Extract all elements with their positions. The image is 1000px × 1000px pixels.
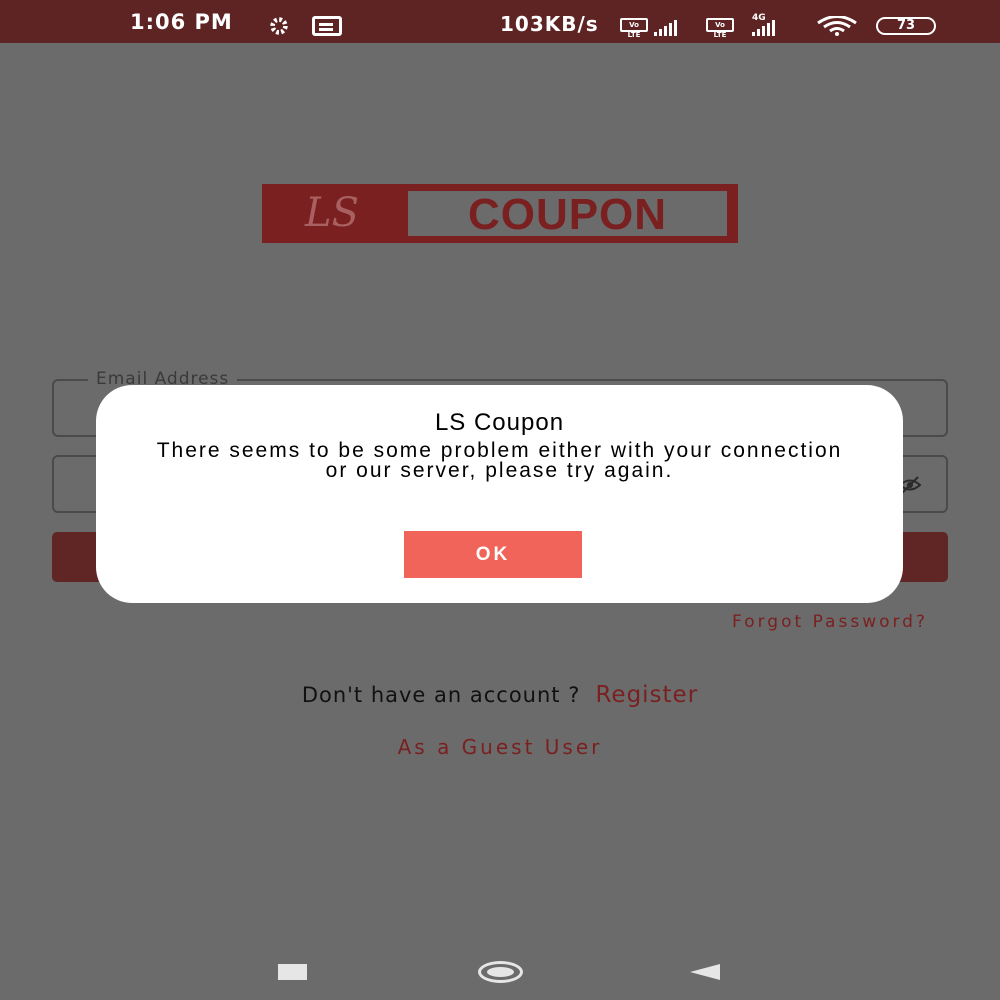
volte-icon: Vo LTE [620, 18, 648, 39]
dialog-message: There seems to be some problem either wi… [156, 439, 843, 482]
app-logo: LS COUPON [262, 184, 738, 243]
register-link[interactable]: Register [595, 682, 698, 708]
back-icon[interactable] [690, 964, 720, 980]
battery-icon: 73 [876, 17, 936, 35]
signal-icon [752, 17, 777, 36]
gear-icon [270, 17, 288, 35]
notification-icon [312, 16, 342, 36]
forgot-password-link[interactable]: Forgot Password? [732, 612, 928, 632]
no-account-text: Don't have an account ? [301, 683, 581, 707]
ok-button[interactable]: OK [404, 531, 582, 578]
guest-user-link[interactable]: As a Guest User [0, 735, 1000, 759]
status-bar: 1:06 PM 103KB/s Vo LTE Vo LTE 4G 73 [0, 0, 1000, 43]
network-speed: 103KB/s [500, 12, 599, 36]
logo-coupon-text: COUPON [467, 190, 668, 239]
recents-icon[interactable] [278, 964, 307, 980]
signal-icon [654, 17, 679, 36]
logo-ls-text: LS [305, 190, 359, 236]
home-icon[interactable] [478, 961, 523, 983]
dialog-title: LS Coupon [434, 409, 565, 436]
register-row: Don't have an account ? Register [0, 682, 1000, 708]
wifi-icon [817, 16, 857, 36]
status-time: 1:06 PM [130, 10, 233, 34]
logo-coupon-box: COUPON [405, 188, 730, 239]
error-dialog: LS Coupon There seems to be some problem… [96, 385, 903, 603]
volte-icon: Vo LTE [706, 18, 734, 39]
